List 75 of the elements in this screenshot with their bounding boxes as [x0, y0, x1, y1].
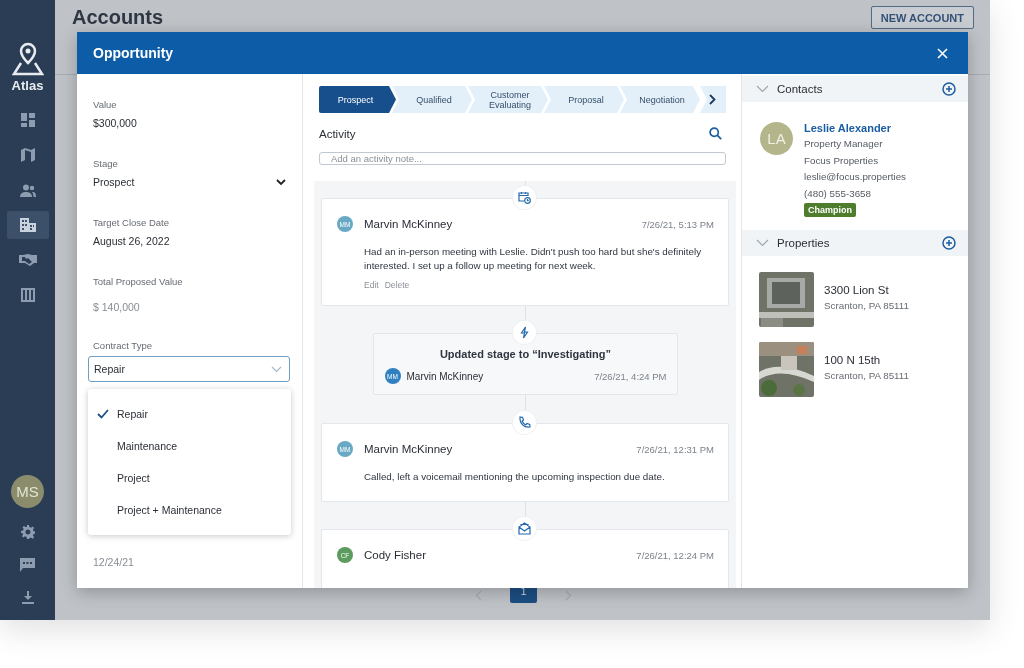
chat-icon[interactable]: [20, 558, 35, 572]
field-value: $300,000: [93, 117, 138, 129]
new-account-button[interactable]: NEW ACCOUNT: [870, 6, 974, 29]
contract-type-select[interactable]: Repair: [88, 356, 290, 382]
page-title: Accounts: [72, 6, 164, 28]
calendar-clock-icon: [518, 191, 531, 204]
contact-name-link[interactable]: Leslie Alexander: [804, 120, 892, 136]
field-label: Total Proposed Value: [93, 276, 184, 287]
chevron-down-icon: [756, 239, 769, 247]
activity-text: Had an in-person meeting with Leslie. Didn't push too hard but she's definitely interested. I set up a follow up meeting for next week.: [364, 245, 703, 273]
stage-select[interactable]: Prospect: [93, 176, 290, 188]
stage-step[interactable]: Proposal: [544, 86, 624, 113]
settings-icon[interactable]: [20, 525, 35, 539]
author-name: Marvin McKinney: [364, 218, 454, 230]
field-label: Contract Type: [93, 340, 153, 351]
stage-step[interactable]: Prospect: [319, 86, 396, 113]
columns-icon: [20, 288, 35, 302]
author-name: Cody Fisher: [364, 549, 427, 561]
dropdown-option[interactable]: Project: [88, 462, 291, 494]
map-icon: [20, 148, 35, 162]
building-icon: [19, 218, 36, 232]
contact-company: Focus Properties: [804, 153, 879, 168]
add-icon[interactable]: [942, 236, 956, 250]
property-address: 100 N 15th: [824, 354, 882, 366]
property-city: Scranton, PA 85111: [824, 300, 909, 311]
author-name: Marvin McKinney: [406, 370, 485, 382]
stage-step[interactable]: Customer Evaluating: [468, 86, 548, 113]
close-icon[interactable]: [937, 47, 948, 59]
field-label: Stage: [93, 158, 119, 169]
people-icon: [19, 183, 36, 197]
stage-update-title: Updated stage to “Investigating”: [438, 348, 613, 360]
nav-item[interactable]: [6, 211, 49, 239]
activity-title: Activity: [319, 127, 356, 140]
timestamp: 7/26/21, 12:31 PM: [636, 443, 714, 455]
property-city: Scranton, PA 85111: [824, 370, 909, 381]
timestamp: 7/26/21, 5:13 PM: [641, 218, 714, 230]
next-stage-button[interactable]: [700, 86, 726, 113]
download-icon[interactable]: [21, 591, 34, 604]
chevron-right-icon: [709, 94, 716, 105]
contact-role: Property Manager: [804, 137, 883, 151]
section-header[interactable]: Contacts: [742, 76, 968, 102]
stage-step[interactable]: Qualified: [392, 86, 472, 113]
brand-name: Atlas: [11, 78, 44, 93]
section-header[interactable]: Properties: [742, 230, 968, 256]
dialog-title: Opportunity: [93, 45, 174, 61]
property-address: 3300 Lion St: [824, 284, 890, 296]
dashboard-icon: [20, 113, 35, 127]
timestamp: 7/26/21, 12:24 PM: [636, 549, 714, 561]
contact-phone: (480) 555-3658: [804, 186, 871, 201]
activity-text: Called, left a voicemail mentioning the upcoming inspection due date.: [364, 470, 666, 484]
contact-avatar: LA: [760, 122, 793, 155]
field-value: 12/24/21: [93, 556, 135, 568]
stage-step[interactable]: Negotiation: [620, 86, 700, 113]
timestamp: 7/26/21, 4:24 PM: [594, 370, 667, 382]
handshake-icon: [18, 254, 37, 266]
activity-note-field[interactable]: Add an activity note...: [319, 152, 726, 165]
author-name: Marvin McKinney: [364, 443, 454, 455]
dropdown-option[interactable]: Maintenance: [88, 430, 291, 462]
field-label: Target Close Date: [93, 217, 171, 228]
contact-tag: Champion: [804, 203, 856, 217]
dropdown-option[interactable]: Repair: [88, 398, 291, 430]
envelope-icon: [518, 522, 531, 535]
chevron-down-icon: [276, 178, 286, 186]
field-value: August 26, 2022: [93, 235, 171, 247]
field-label: Value: [93, 99, 118, 110]
dropdown-option[interactable]: Project + Maintenance: [88, 494, 291, 526]
chevron-down-icon: [271, 365, 282, 373]
search-icon[interactable]: [709, 127, 722, 140]
add-icon[interactable]: [942, 82, 956, 96]
contact-email: leslie@focus.properties: [804, 170, 906, 184]
lightning-icon: [520, 326, 529, 339]
phone-icon: [518, 416, 531, 429]
map-pin-icon: [11, 40, 44, 76]
field-value: $ 140,000: [93, 301, 141, 313]
chevron-down-icon: [756, 85, 769, 93]
